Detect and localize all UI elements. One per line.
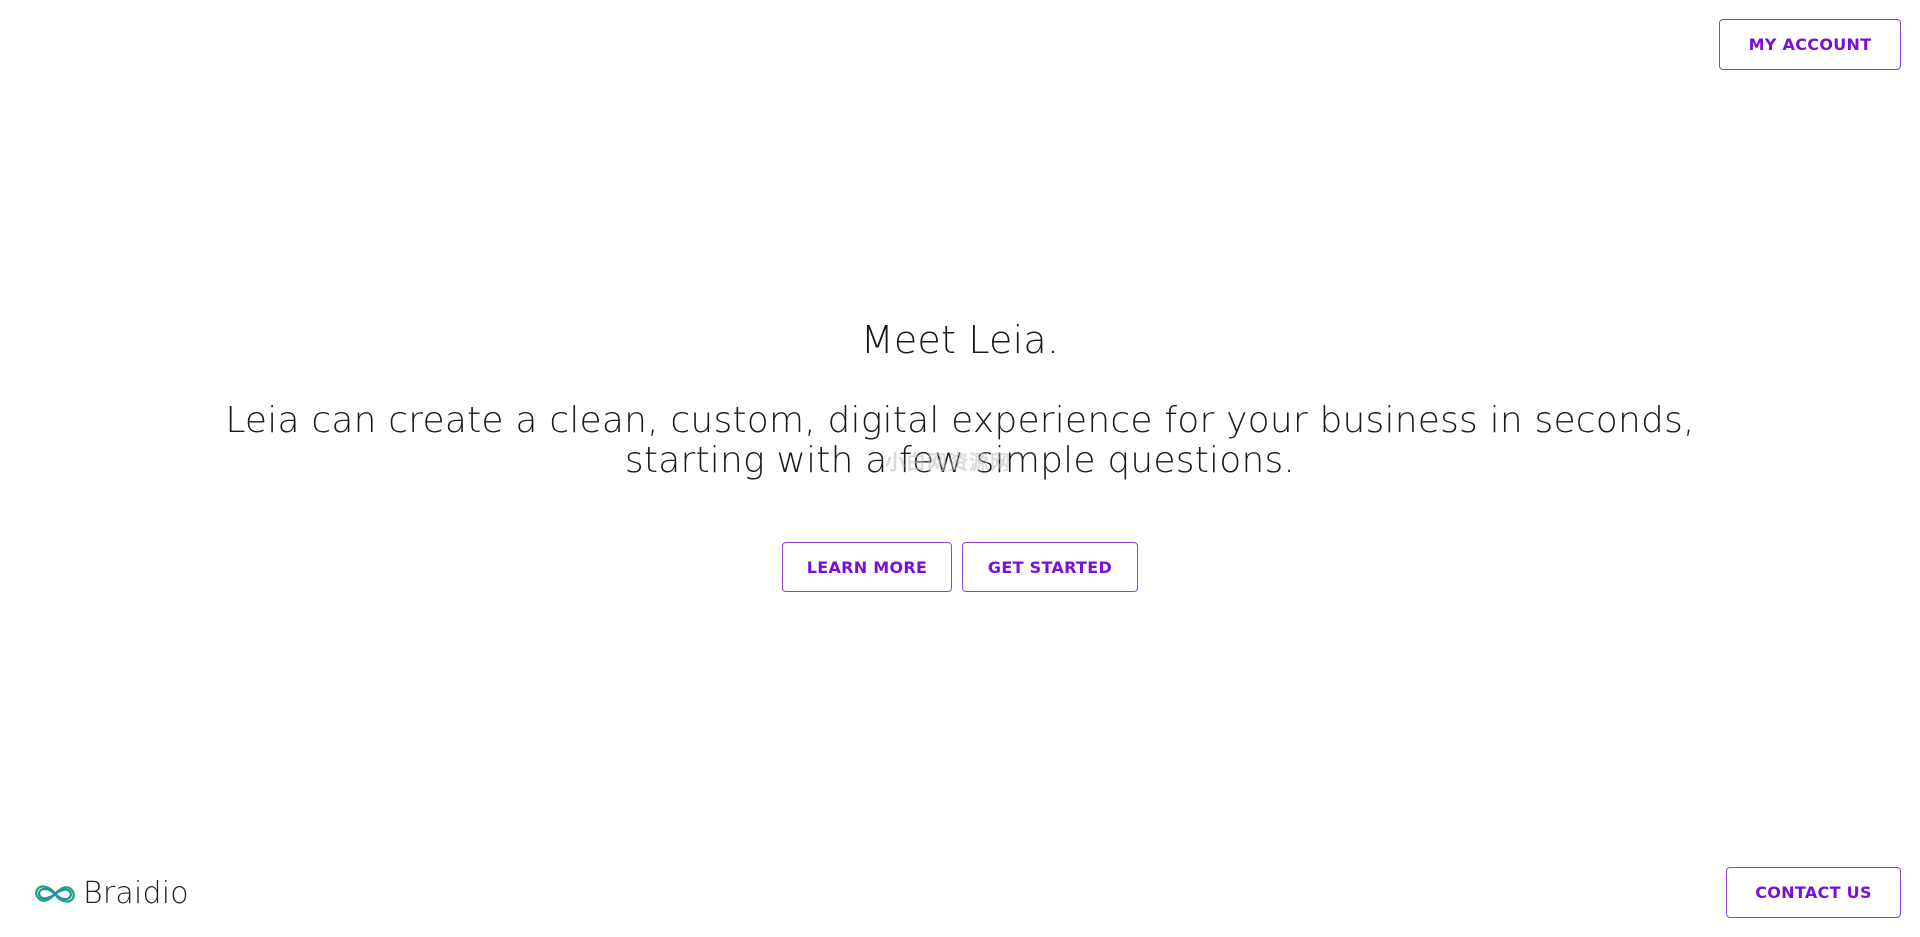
hero-title: Meet Leia. <box>860 318 1060 362</box>
hero-subtitle-line-1: Leia can create a clean, custom, digital… <box>225 400 1695 441</box>
learn-more-button[interactable]: LEARN MORE <box>782 542 952 592</box>
infinity-braid-icon <box>35 884 75 903</box>
page: MY ACCOUNT Meet Leia. Leia can create a … <box>0 0 1920 937</box>
my-account-button[interactable]: MY ACCOUNT <box>1719 19 1901 70</box>
watermark: 小白网资源网 <box>885 450 1011 474</box>
get-started-button[interactable]: GET STARTED <box>962 542 1138 592</box>
braidio-logo[interactable]: Braidio <box>33 876 189 911</box>
logo-text: Braidio <box>83 876 189 911</box>
contact-us-button[interactable]: CONTACT US <box>1726 867 1901 918</box>
